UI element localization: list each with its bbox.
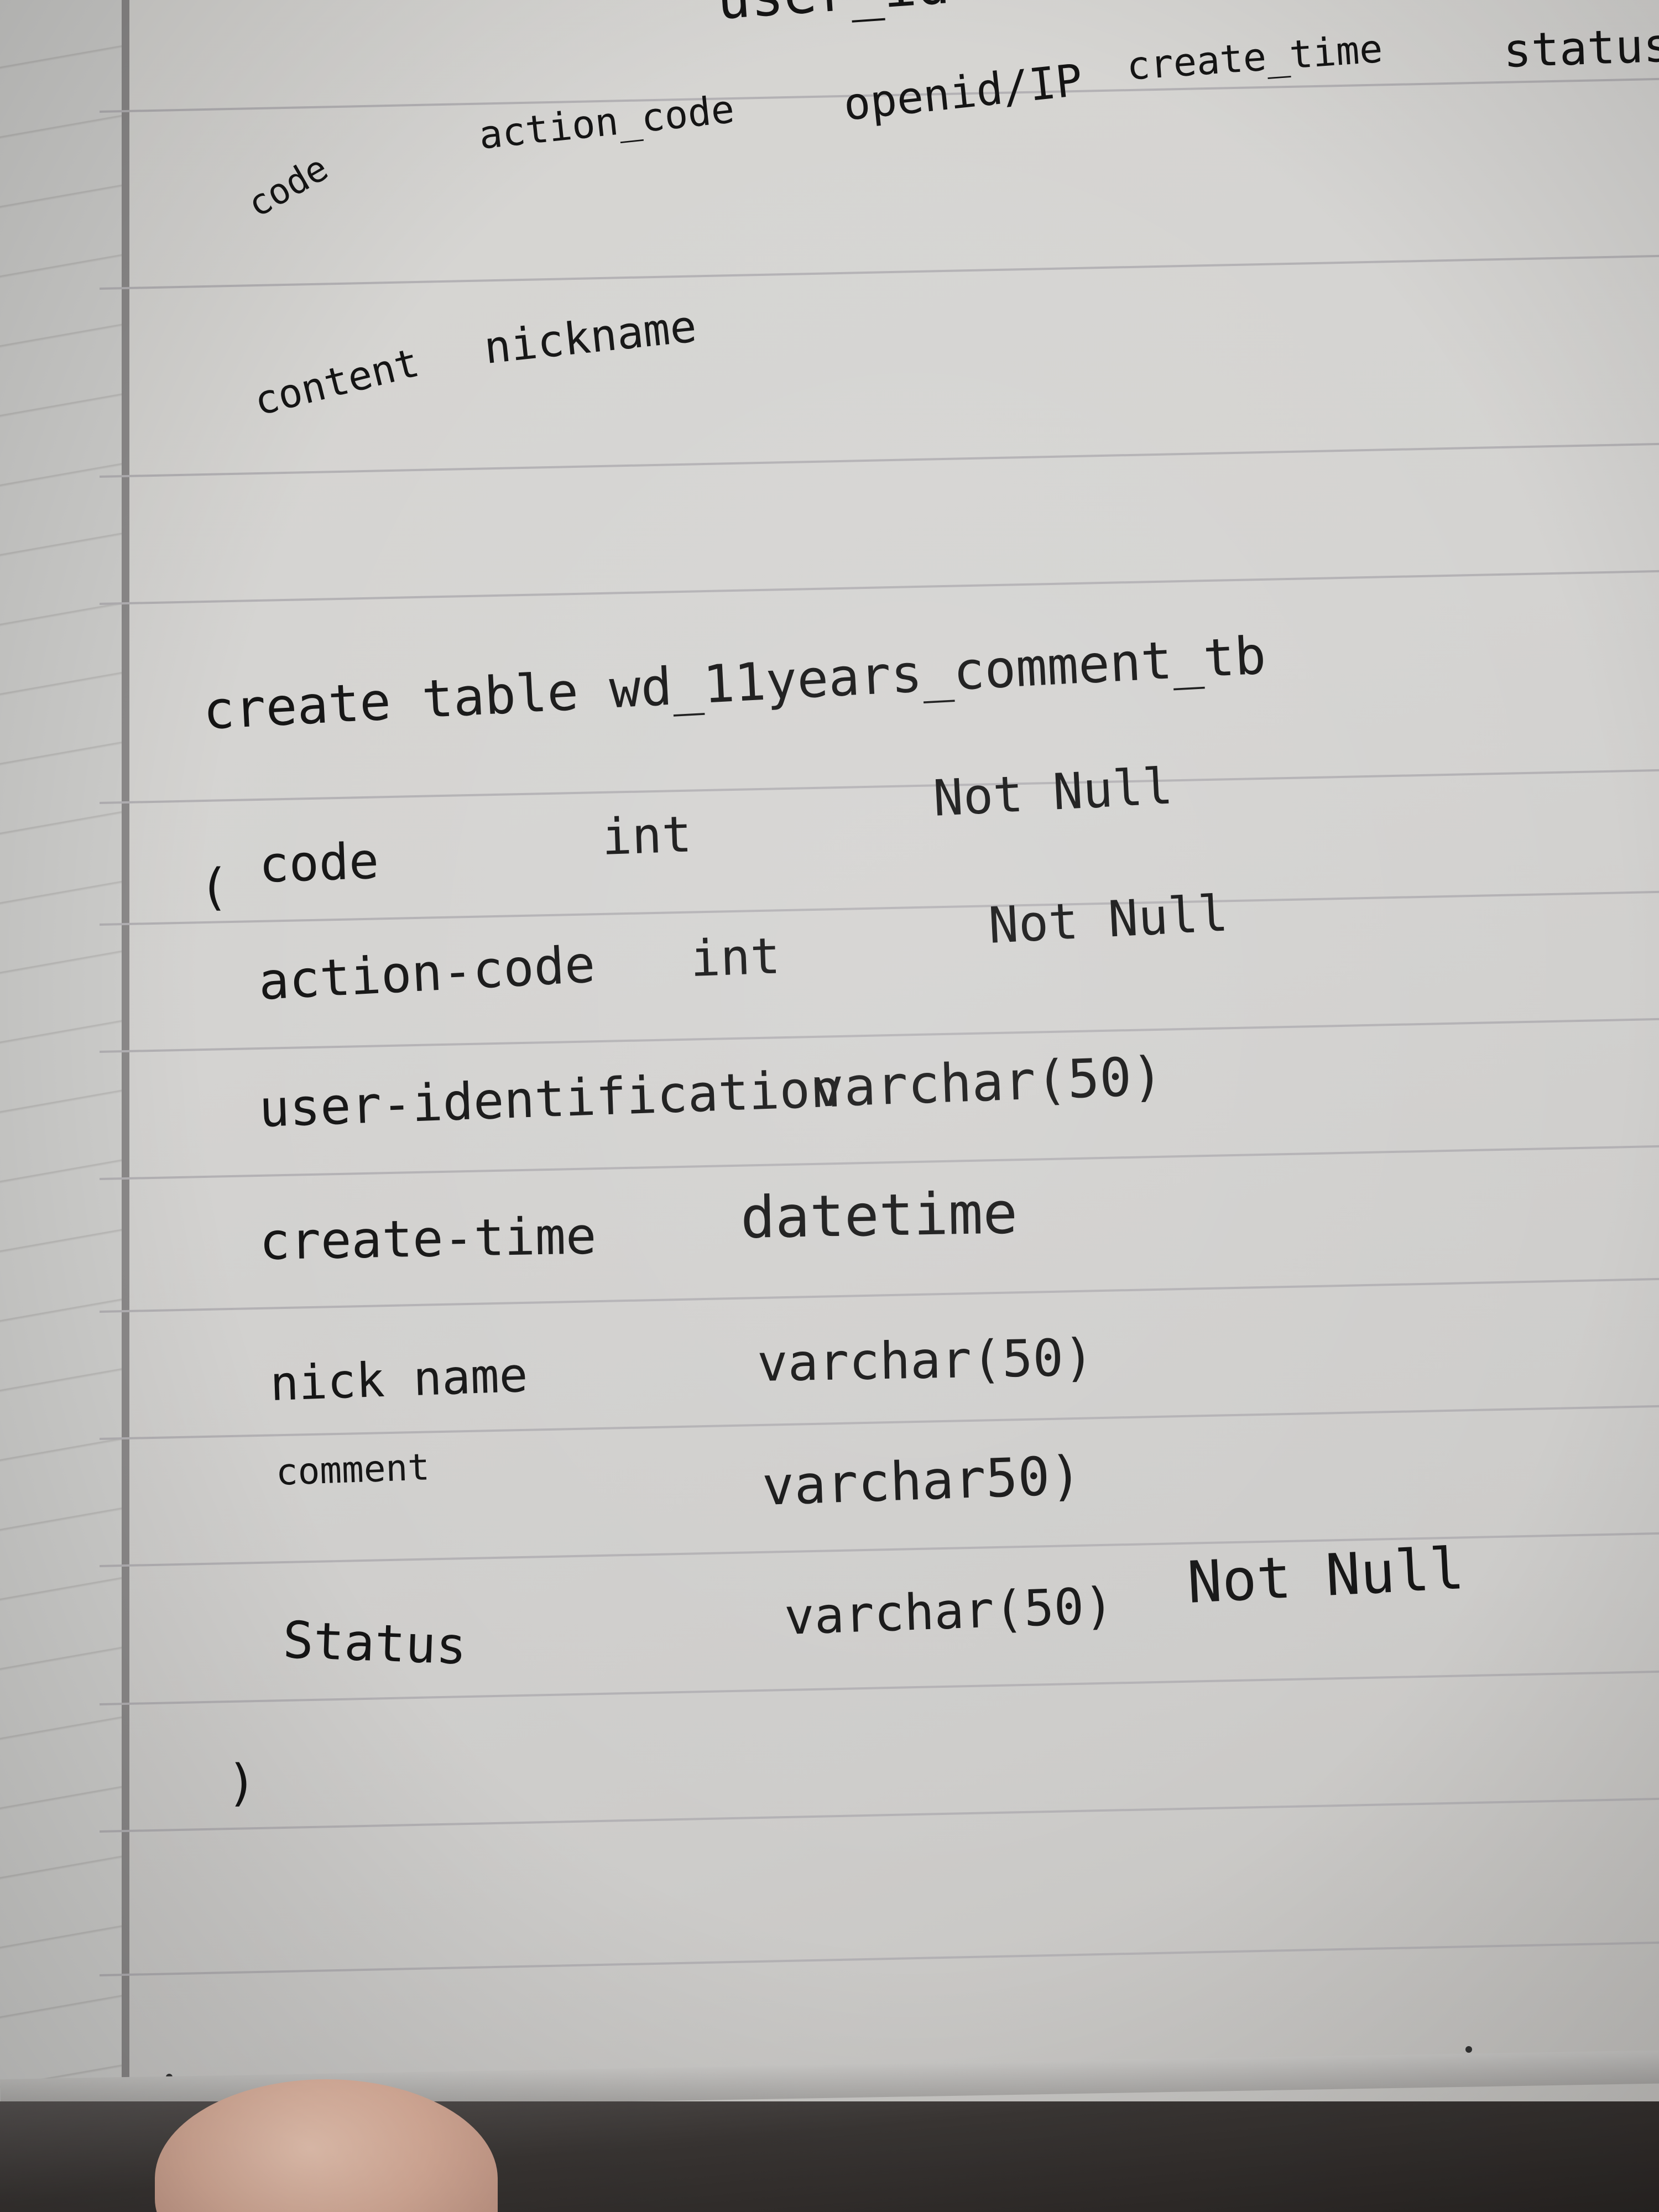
cutoff-heading: user_id (714, 0, 952, 32)
ruled-line (99, 254, 1659, 290)
field-type: varchar50) (761, 1444, 1083, 1517)
field-type: varchar(50) (783, 1577, 1115, 1646)
field-type: varchar(50) (811, 1045, 1165, 1119)
column-action-code: action_code (477, 86, 737, 158)
field-type: datetime (740, 1179, 1018, 1251)
field-name: action-code (257, 935, 597, 1011)
column-code: code (241, 148, 335, 226)
ruled-line (99, 1670, 1659, 1705)
field-name: Status (281, 1610, 468, 1676)
ruled-line (99, 1017, 1659, 1053)
open-paren: ( (199, 858, 229, 916)
create-table-header: create table wd_11years_comment_tb (201, 625, 1267, 742)
ruled-line (99, 1144, 1659, 1180)
page-stack-edge (0, 0, 122, 2135)
notebook-photo: user_id code action_code openid/IP creat… (0, 0, 1659, 2212)
column-openid: openid/IP (841, 54, 1085, 131)
ruled-line (99, 1940, 1659, 1976)
column-content: content (249, 338, 424, 425)
ruled-line (99, 768, 1659, 804)
field-type: varchar(50) (757, 1328, 1095, 1393)
field-name: nick name (269, 1347, 529, 1412)
field-type: int (601, 805, 693, 867)
pen-dot (1465, 2046, 1472, 2053)
field-name: create-time (259, 1206, 597, 1271)
field-constraint: Not Null (931, 757, 1175, 828)
field-name: user-identification (258, 1059, 842, 1139)
field-type: int (689, 927, 781, 988)
column-status: status (1502, 18, 1659, 78)
close-paren: ) (227, 1754, 257, 1812)
field-constraint: Not Null (1186, 1534, 1466, 1616)
column-nickname: nickname (481, 300, 699, 374)
column-create-time: create_time (1125, 25, 1384, 89)
field-constraint: Not Null (987, 884, 1230, 955)
field-name: code (258, 832, 380, 894)
ruled-line (99, 890, 1659, 926)
field-name: comment (275, 1446, 431, 1494)
notebook-margin-line (122, 0, 129, 2135)
ruled-line (99, 569, 1659, 605)
ruled-line (99, 442, 1659, 478)
ruled-line (99, 1797, 1659, 1833)
ruled-line (99, 1277, 1659, 1313)
